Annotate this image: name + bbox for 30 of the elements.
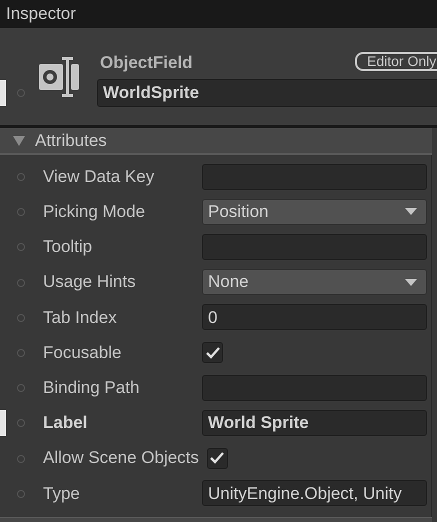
- name-field[interactable]: WorldSprite: [97, 79, 437, 107]
- field-label: Type: [43, 482, 81, 505]
- field-label: Picking Mode: [43, 201, 146, 224]
- text-field[interactable]: [202, 234, 427, 260]
- dropdown-arrow-icon: [405, 278, 417, 286]
- checkbox[interactable]: [206, 448, 228, 469]
- section-header[interactable]: Attributes: [0, 128, 432, 155]
- field-label: Focusable: [43, 342, 122, 364]
- field-label: View Data Key: [43, 166, 156, 188]
- element-type-label: ObjectField: [100, 52, 193, 74]
- field-label: Label: [43, 412, 88, 434]
- field-label: Allow Scene Objects: [43, 447, 199, 470]
- field-label: Tooltip: [43, 236, 94, 258]
- field-label: Binding Path: [43, 376, 140, 399]
- object-field-icon: [38, 56, 80, 98]
- dropdown-arrow-icon: [405, 208, 417, 216]
- section-title: Attributes: [35, 130, 107, 152]
- text-field[interactable]: UnityEngine.Object, Unity: [202, 480, 427, 506]
- window-title: Inspector: [6, 3, 76, 26]
- field-label: Usage Hints: [43, 271, 137, 294]
- editor-only-badge: Editor Only: [355, 52, 437, 71]
- text-field[interactable]: 0: [202, 304, 427, 330]
- expand-arrow-icon[interactable]: [13, 136, 25, 146]
- text-field[interactable]: [202, 164, 427, 190]
- dropdown[interactable]: None: [202, 269, 427, 296]
- text-field[interactable]: [202, 374, 427, 401]
- field-label: Tab Index: [43, 306, 118, 329]
- text-field[interactable]: World Sprite: [202, 410, 427, 436]
- checkbox[interactable]: [202, 342, 223, 364]
- dropdown[interactable]: Position: [202, 198, 427, 225]
